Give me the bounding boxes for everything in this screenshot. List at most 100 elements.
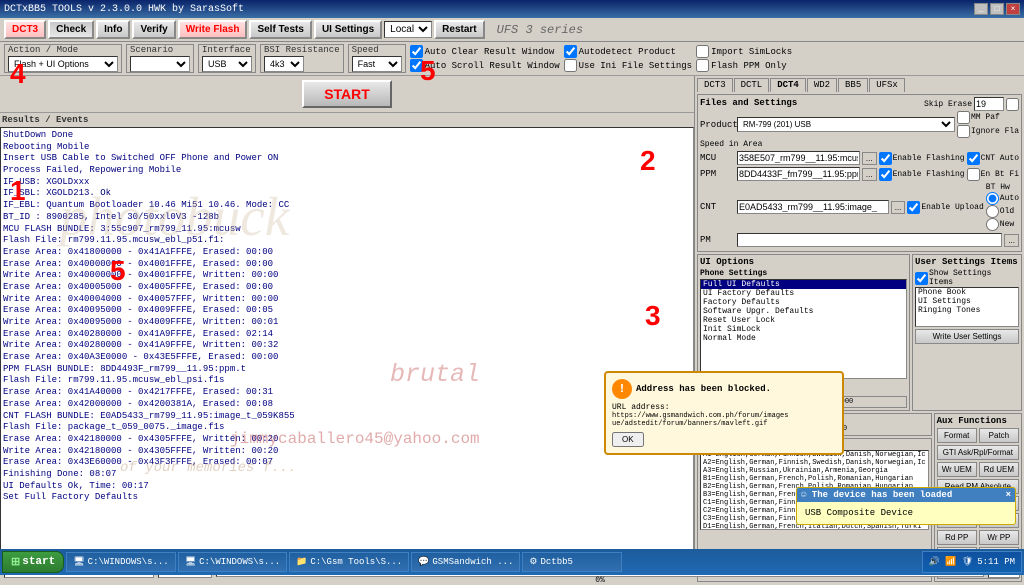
user-items-panel: User Settings Items Show Settings Items … [912,254,1022,411]
log-line: UI Defaults Ok, Time: 00:17 [3,481,691,493]
ui-list-item[interactable]: Reset User Lock [701,316,906,325]
write-flash-button[interactable]: Write Flash [178,20,248,39]
cnt-auto-check[interactable]: CNT Auto [967,152,1019,165]
ui-list-item[interactable]: Normal Mode [701,334,906,343]
tab-wd2[interactable]: WD2 [807,78,837,92]
ui-list-item[interactable]: Init SimLock [701,325,906,334]
show-settings-check[interactable]: Show Settings Items [915,269,1019,287]
ui-settings-button[interactable]: UI Settings [314,20,382,39]
taskbar-item-2[interactable]: 🖥 C:\WINDOWS\s... [178,552,287,572]
ui-options-list[interactable]: Full UI Defaults UI Factory Defaults Fac… [700,279,907,379]
start-menu-button[interactable]: ⊞ start [2,551,64,573]
use-ini-checkbox[interactable]: Use Ini File Settings [564,59,692,72]
verify-button[interactable]: Verify [132,20,175,39]
bt-old-check[interactable]: Old [986,205,1019,218]
user-items-list[interactable]: Phone Book UI Settings Ringing Tones [915,287,1019,327]
tab-dct3[interactable]: DCT3 [697,78,733,92]
bsi-select[interactable]: 4k3 [264,56,304,72]
en-bt-fi-check[interactable]: En Bt Fi [967,168,1019,181]
user-item[interactable]: Phone Book [916,288,1018,297]
action-mode-select[interactable]: Flash + UI Options [8,56,118,72]
user-item[interactable]: UI Settings [916,297,1018,306]
restart-button[interactable]: Restart [434,20,484,39]
taskbar-item-5[interactable]: ⚙ Dctbb5 [522,552,622,572]
log-line: Flash File: package_t_059_0075._image.f1… [3,422,691,434]
taskbar-item-3[interactable]: 📁 C:\Gsm Tools\S... [289,552,409,572]
check-button[interactable]: Check [48,20,94,39]
auto-scroll-checkbox[interactable]: Auto Scroll Result Window [410,59,560,72]
log-line: Finishing Done: 08:07 [3,469,691,481]
wr-pp-btn[interactable]: Wr PP [979,530,1019,545]
phone-settings-label: Phone Settings [700,269,907,278]
title-bar-text: DCTxBB5 TOOLS v 2.3.0.0 HWK by SarasSoft [4,4,244,15]
tab-dct4[interactable]: DCT4 [770,78,806,92]
skip-erase-check[interactable] [1006,98,1019,111]
ui-list-item[interactable]: Full UI Defaults [701,280,906,289]
addr-ok-btn[interactable]: OK [612,432,644,447]
mcu-browse-btn[interactable]: ... [862,152,877,165]
ui-list-item[interactable]: Factory Defaults [701,298,906,307]
disconnect-button[interactable]: DCT3 [4,20,46,39]
ui-list-item[interactable]: Software Upgr. Defaults [701,307,906,316]
ignore-fla-check[interactable]: Ignore Fla [957,125,1019,138]
start-button[interactable]: START [302,80,392,108]
local-select[interactable]: Local [384,21,432,38]
aux-functions-title: Aux Functions [937,416,1019,426]
pm-input[interactable] [737,233,1002,247]
ppm-browse-btn[interactable]: ... [862,168,877,181]
mcu-enable-check[interactable]: Enable Flashing [879,152,965,165]
tab-dctl[interactable]: DCTL [734,78,770,92]
tab-ufsx[interactable]: UFSx [869,78,905,92]
log-area[interactable]: ShutDown Done Rebooting Mobile Insert US… [0,127,694,561]
rd-pp-btn[interactable]: Rd PP [937,530,977,545]
bt-auto-check[interactable]: Auto [986,192,1019,205]
close-btn[interactable]: × [1006,3,1020,15]
log-line: Erase Area: 0x40000000 - 0x4001FFFE, Era… [3,259,691,271]
interface-select[interactable]: USB [202,56,252,72]
flash-ppm-checkbox[interactable]: Flash PPM Only [696,59,792,72]
minimize-btn[interactable]: _ [974,3,988,15]
pm-browse-btn[interactable]: ... [1004,234,1019,247]
lang-item[interactable]: B1=English,German,French,Polish,Romanian… [701,475,928,483]
log-line: Erase Area: 0x41A40000 - 0x4217FFFE, Era… [3,387,691,399]
taskbar-item-1[interactable]: 🖥 C:\WINDOWS\s... [66,552,175,572]
ppm-enable-check[interactable]: Enable Flashing [879,168,965,181]
bt-new-check[interactable]: New [986,218,1019,231]
speed-select[interactable]: Fast [352,56,402,72]
popup-close-btn[interactable]: × [1006,490,1011,500]
auto-clear-checkbox[interactable]: Auto Clear Result Window [410,45,560,58]
skip-erase-input[interactable] [974,97,1004,111]
cnt-input[interactable] [737,200,889,214]
interface-label: Interface [202,45,252,55]
patch-btn[interactable]: Patch [979,428,1019,443]
import-simlocks-checkbox[interactable]: Import SimLocks [696,45,792,58]
gti-ask-btn[interactable]: GTI Ask/Rpl/Format [937,445,1019,460]
checkboxes-group: Auto Clear Result Window Auto Scroll Res… [410,45,560,72]
lang-item[interactable]: A2=English,German,Finnish,Swedish,Danish… [701,459,928,467]
cnt-browse-btn[interactable]: ... [891,201,906,214]
mm-paf-check[interactable]: MM Paf [957,111,1019,124]
wr-uem-btn[interactable]: Wr UEM [937,462,977,477]
autodetect-checkbox[interactable]: Autodetect Product [564,45,692,58]
product-select[interactable]: RM-799 (201) USB [737,117,955,132]
lang-item[interactable]: A3=English,Russian,Ukrainian,Armenia,Geo… [701,467,928,475]
info-button[interactable]: Info [96,20,130,39]
rd-uem-btn[interactable]: Rd UEM [979,462,1019,477]
write-user-settings-btn[interactable]: Write User Settings [915,329,1019,344]
log-title: Results / Events [2,115,88,125]
ui-list-item[interactable]: UI Factory Defaults [701,289,906,298]
self-tests-button[interactable]: Self Tests [249,20,312,39]
format-btn[interactable]: Format [937,428,977,443]
ppm-input[interactable] [737,167,860,181]
title-bar: DCTxBB5 TOOLS v 2.3.0.0 HWK by SarasSoft… [0,0,1024,18]
maximize-btn[interactable]: □ [990,3,1004,15]
tab-bb5[interactable]: BB5 [838,78,868,92]
addr-popup-header: ! Address has been blocked. [612,379,836,399]
bt-hw-label: BT Hw [986,183,1019,192]
cnt-enable-check[interactable]: Enable Upload [907,201,983,214]
user-item[interactable]: Ringing Tones [916,306,1018,315]
scenario-select[interactable] [130,56,190,72]
mcu-input[interactable] [737,151,860,165]
taskbar-item-4[interactable]: 💬 GSMSandwich ... [411,552,520,572]
log-line: Erase Area: 0x40A3E0000 - 0x43E5FFFE, Er… [3,352,691,364]
